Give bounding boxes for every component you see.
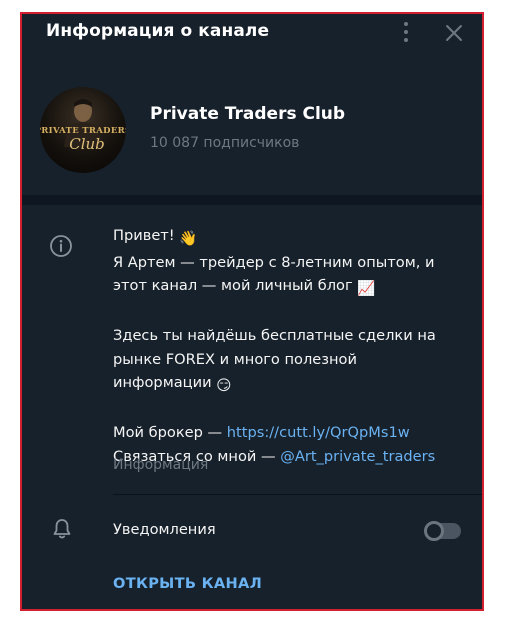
more-vertical-icon[interactable] (396, 20, 416, 44)
toggle-knob (424, 521, 444, 541)
divider (113, 494, 482, 495)
panel-title: Информация о канале (46, 21, 270, 41)
broker-link[interactable]: https://cutt.ly/QrQpMs1w (227, 424, 410, 441)
description-line: рынке FOREX и много полезной (113, 350, 357, 368)
channel-name: Private Traders Club (150, 104, 346, 124)
notifications-toggle[interactable] (424, 521, 461, 541)
description-line: этот канал — мой личный блог 📈 (113, 274, 473, 301)
section-separator (22, 195, 482, 205)
notifications-row[interactable]: Уведомления (22, 511, 482, 551)
channel-profile: PRIVATE TRADERS Club Private Traders Clu… (22, 84, 482, 184)
channel-description: Привет! 👋 Я Артем — трейдер с 8-летним о… (113, 224, 473, 468)
waving-hand-icon: 👋 (179, 230, 198, 247)
close-icon[interactable] (443, 22, 465, 44)
subscriber-count: 10 087 подписчиков (150, 135, 300, 151)
broker-line: Мой брокер — https://cutt.ly/QrQpMs1w (113, 424, 410, 441)
contact-link[interactable]: @Art_private_traders (280, 448, 435, 465)
chart-increasing-icon: 📈 (357, 280, 376, 297)
description-line: информации 😏 (113, 371, 473, 398)
info-caption: Информация (113, 457, 209, 473)
svg-text:Club: Club (69, 135, 105, 153)
description-line: Здесь ты найдёшь бесплатные сделки на (113, 327, 436, 344)
description-line: Я Артем — трейдер с 8-летним опытом, и (113, 253, 435, 271)
notifications-label: Уведомления (113, 521, 216, 538)
panel-header: Информация о канале (22, 14, 482, 54)
info-icon (49, 234, 73, 258)
open-channel-button[interactable]: ОТКРЫТЬ КАНАЛ (113, 575, 262, 592)
description-line: Привет! 👋 (113, 224, 473, 251)
channel-info-panel: Информация о канале PRIVATE TRADERS Club (20, 12, 484, 611)
channel-logo-icon: PRIVATE TRADERS Club (40, 99, 126, 153)
bell-icon (50, 517, 74, 541)
avatar[interactable]: PRIVATE TRADERS Club (40, 87, 126, 173)
smirking-face-icon: 😏 (216, 377, 232, 394)
